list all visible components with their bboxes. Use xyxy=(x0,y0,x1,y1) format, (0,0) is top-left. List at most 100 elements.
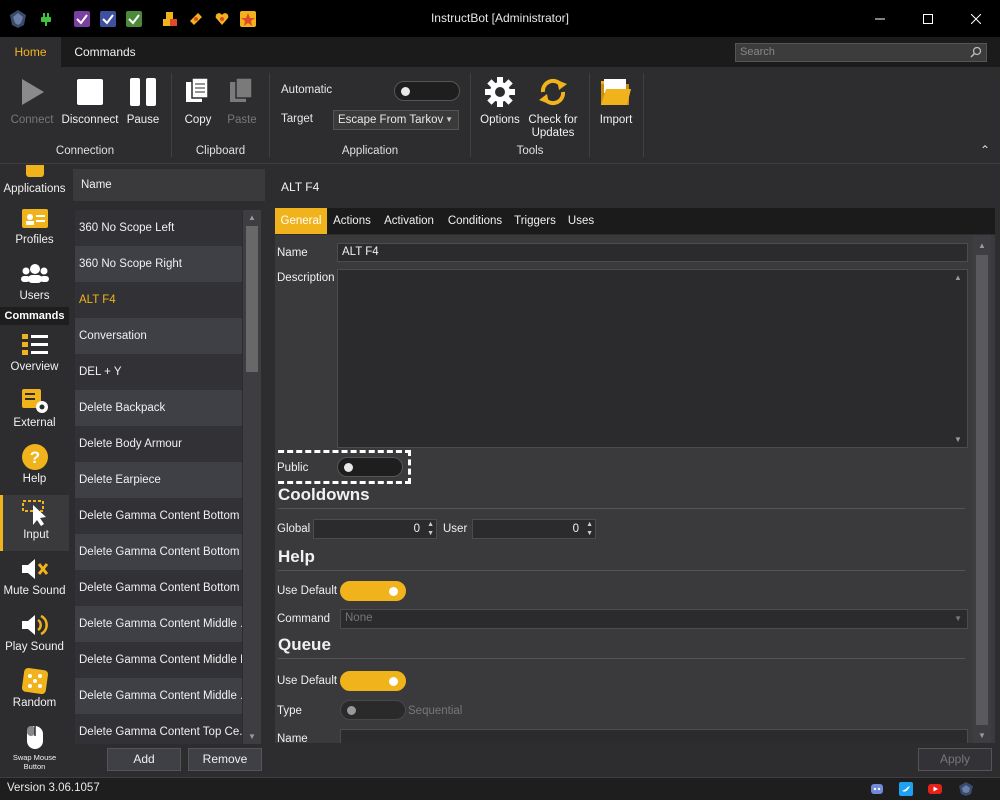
copy-icon xyxy=(181,75,215,109)
disconnect-button[interactable]: Disconnect xyxy=(60,75,120,126)
discord-icon[interactable] xyxy=(870,782,884,796)
tab-uses[interactable]: Uses xyxy=(563,208,599,234)
youtube-icon[interactable] xyxy=(928,782,942,796)
import-button[interactable]: Import xyxy=(596,75,636,126)
list-item[interactable]: Delete Gamma Content Top Ce... xyxy=(75,714,242,744)
sidebar-item-external[interactable]: External xyxy=(0,383,69,439)
user-cooldown-value: 0 xyxy=(572,523,579,535)
tab-general[interactable]: General xyxy=(275,208,327,234)
automatic-toggle[interactable] xyxy=(394,81,460,101)
scroll-down-icon[interactable]: ▼ xyxy=(243,732,261,741)
app-logo-icon[interactable] xyxy=(8,9,28,29)
sidebar-item-profiles[interactable]: Profiles xyxy=(0,200,69,256)
global-cooldown-field[interactable]: 0 ▲ ▼ xyxy=(313,519,437,539)
list-item[interactable]: 360 No Scope Left xyxy=(75,210,242,246)
sidebar-item-help[interactable]: ? Help xyxy=(0,439,69,495)
list-item[interactable]: DEL + Y xyxy=(75,354,242,390)
list-scrollbar[interactable]: ▲ ▼ xyxy=(243,210,261,744)
play-icon xyxy=(15,75,49,109)
pause-button[interactable]: Pause xyxy=(124,75,162,126)
app-small-icon[interactable] xyxy=(958,781,974,797)
paste-button[interactable]: Paste xyxy=(224,75,260,126)
search-icon[interactable] xyxy=(970,46,982,58)
mouse-icon xyxy=(20,723,50,751)
list-item[interactable]: Delete Gamma Content Bottom ... xyxy=(75,498,242,534)
list-item[interactable]: Delete Body Armour xyxy=(75,426,242,462)
tab-triggers[interactable]: Triggers xyxy=(509,208,561,234)
sidebar-item-play-sound[interactable]: Play Sound xyxy=(0,607,69,663)
check-updates-button[interactable]: Check for Updates xyxy=(526,75,580,140)
list-item[interactable]: Delete Backpack xyxy=(75,390,242,426)
close-button[interactable] xyxy=(952,0,1000,37)
target-select[interactable]: Escape From Tarkov ▼ xyxy=(333,110,459,130)
copy-button[interactable]: Copy xyxy=(180,75,216,126)
mute-icon xyxy=(20,555,50,583)
detail-tabs: General Actions Activation Conditions Tr… xyxy=(275,208,995,234)
command-select[interactable]: None ▼ xyxy=(340,609,968,629)
list-item[interactable]: Delete Gamma Content Bottom ... xyxy=(75,534,242,570)
detail-scrollbar-thumb[interactable] xyxy=(976,255,988,725)
list-item[interactable]: Delete Earpiece xyxy=(75,462,242,498)
tab-actions[interactable]: Actions xyxy=(329,208,375,234)
dice-stack-icon[interactable] xyxy=(162,11,178,27)
minimize-button[interactable] xyxy=(856,0,904,37)
sidebar-item-random[interactable]: Random xyxy=(0,663,69,719)
tab-activation[interactable]: Activation xyxy=(379,208,439,234)
sidebar-item-users[interactable]: Users xyxy=(0,256,69,312)
list-item[interactable]: Delete Gamma Content Middle L... xyxy=(75,642,242,678)
spinner-arrows-icon[interactable]: ▲ ▼ xyxy=(427,520,434,538)
sidebar-item-overview[interactable]: Overview xyxy=(0,327,69,383)
options-button[interactable]: Options xyxy=(478,75,522,126)
command-value: None xyxy=(345,612,373,624)
sidebar-item-applications[interactable]: Applications xyxy=(0,165,69,205)
remove-button[interactable]: Remove xyxy=(188,748,262,771)
queue-type-toggle[interactable] xyxy=(340,700,406,720)
sidebar-item-input[interactable]: Input xyxy=(0,495,69,551)
spinner-arrows-icon[interactable]: ▲ ▼ xyxy=(586,520,593,538)
list-item[interactable]: 360 No Scope Right xyxy=(75,246,242,282)
scroll-up-icon[interactable]: ▲ xyxy=(243,213,261,222)
list-item[interactable]: Delete Gamma Content Bottom ... xyxy=(75,570,242,606)
scroll-up-icon[interactable]: ▲ xyxy=(949,273,967,282)
sidebar-label: Profiles xyxy=(15,234,54,246)
description-field[interactable]: ▲ ▼ xyxy=(337,269,968,448)
help-use-default-toggle[interactable] xyxy=(340,581,406,601)
add-button[interactable]: Add xyxy=(107,748,181,771)
heart-icon[interactable] xyxy=(214,11,230,27)
list-column-header[interactable]: Name xyxy=(73,169,265,201)
shield-purple-icon[interactable] xyxy=(74,10,90,27)
detail-scrollbar[interactable]: ▲ ▼ xyxy=(973,235,991,743)
list-item[interactable]: Delete Gamma Content Middle ... xyxy=(75,678,242,714)
shield-blue-icon[interactable] xyxy=(100,10,116,27)
scroll-down-icon[interactable]: ▼ xyxy=(973,731,991,740)
name-field[interactable]: ALT F4 xyxy=(337,243,968,262)
plug-icon[interactable] xyxy=(38,11,54,27)
sidebar-label: Overview xyxy=(10,361,59,373)
twitter-icon[interactable] xyxy=(899,782,913,796)
queue-name-field[interactable] xyxy=(340,729,968,743)
tab-home[interactable]: Home xyxy=(0,37,61,67)
apply-button[interactable]: Apply xyxy=(918,748,992,771)
ticket-icon[interactable] xyxy=(188,11,204,27)
list-item[interactable]: Delete Gamma Content Middle ... xyxy=(75,606,242,642)
tab-commands[interactable]: Commands xyxy=(61,37,149,67)
sidebar-item-mute-sound[interactable]: Mute Sound xyxy=(0,551,69,607)
scroll-up-icon[interactable]: ▲ xyxy=(973,241,991,250)
queue-use-default-toggle[interactable] xyxy=(340,671,406,691)
maximize-button[interactable] xyxy=(904,0,952,37)
list-item-selected[interactable]: ALT F4 xyxy=(75,282,242,318)
list-scrollbar-thumb[interactable] xyxy=(246,226,258,372)
scroll-down-icon[interactable]: ▼ xyxy=(949,435,967,444)
collapse-ribbon-icon[interactable]: ⌃ xyxy=(980,143,990,157)
shield-green-icon[interactable] xyxy=(126,10,142,27)
description-scrollbar[interactable]: ▲ ▼ xyxy=(949,270,967,447)
sidebar-label: Help xyxy=(22,473,47,485)
user-cooldown-field[interactable]: 0 ▲ ▼ xyxy=(472,519,596,539)
list-item[interactable]: Conversation xyxy=(75,318,242,354)
public-toggle[interactable] xyxy=(337,457,403,477)
tab-conditions[interactable]: Conditions xyxy=(443,208,507,234)
search-input[interactable]: Search xyxy=(735,43,987,62)
star-icon[interactable] xyxy=(240,10,256,27)
connect-button[interactable]: Connect xyxy=(8,75,56,126)
sidebar-item-swap-mouse-button[interactable]: Swap Mouse Button xyxy=(0,719,69,775)
